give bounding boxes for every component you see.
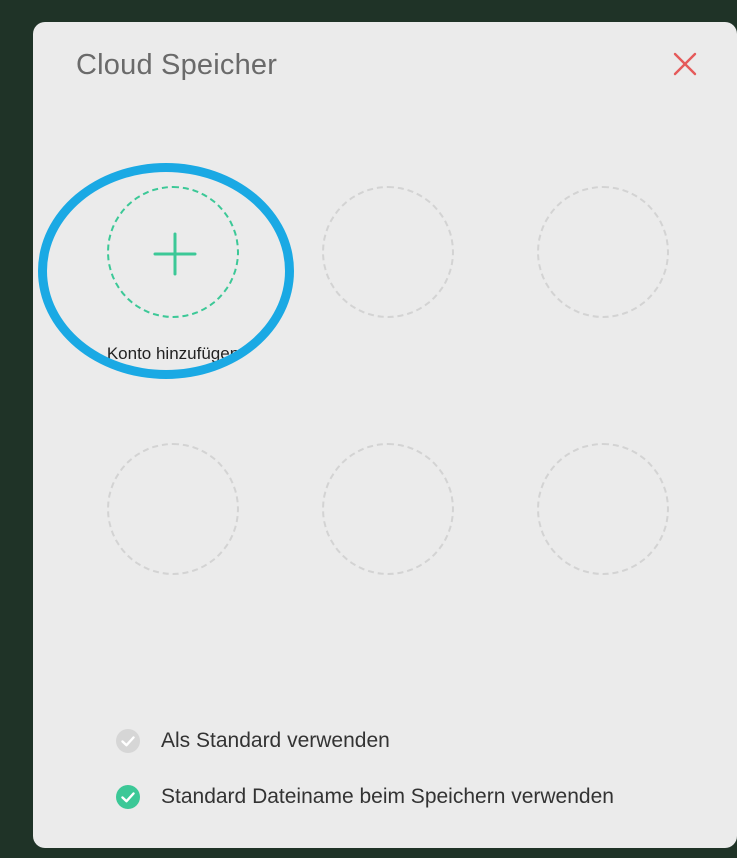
plus-icon — [153, 232, 197, 276]
close-icon[interactable] — [671, 50, 699, 78]
dialog-title: Cloud Speicher — [76, 49, 278, 81]
checked-icon[interactable] — [116, 785, 140, 809]
empty-account-slot — [537, 186, 669, 318]
add-account-label[interactable]: Konto hinzufügen — [89, 344, 257, 364]
add-account-button[interactable] — [107, 186, 239, 318]
cloud-storage-dialog: Cloud Speicher Konto hinzufügen Als Stan… — [33, 22, 737, 848]
option-label: Standard Dateiname beim Speichern verwen… — [161, 785, 614, 808]
use-as-default-option[interactable]: Als Standard verwenden — [116, 727, 390, 755]
empty-account-slot — [107, 443, 239, 575]
option-label: Als Standard verwenden — [161, 729, 390, 752]
empty-account-slot — [322, 443, 454, 575]
empty-account-slot — [322, 186, 454, 318]
unchecked-icon[interactable] — [116, 729, 140, 753]
default-filename-option[interactable]: Standard Dateiname beim Speichern verwen… — [116, 783, 614, 811]
empty-account-slot — [537, 443, 669, 575]
